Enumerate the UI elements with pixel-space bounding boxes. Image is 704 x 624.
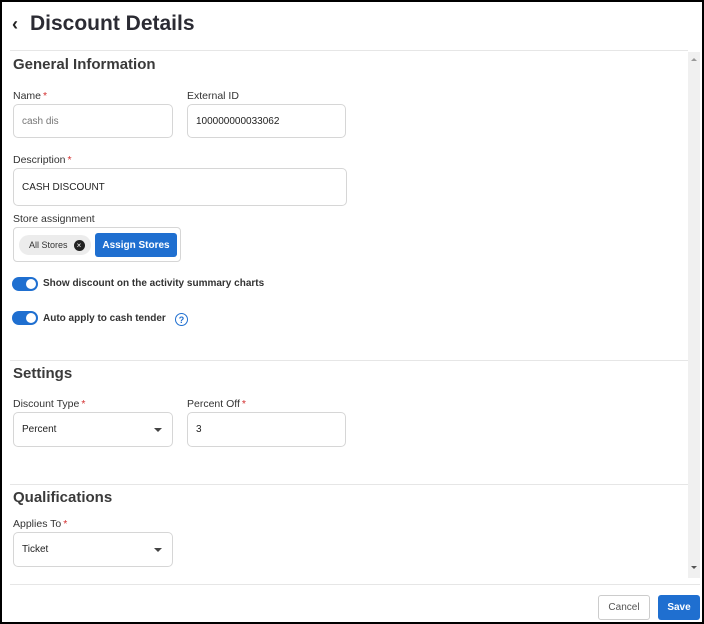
description-label: Description * bbox=[13, 154, 72, 166]
selected-value: Percent bbox=[22, 424, 57, 435]
applies-to-label: Applies To * bbox=[13, 518, 68, 530]
divider bbox=[10, 484, 688, 485]
divider bbox=[10, 50, 688, 51]
page-title: Discount Details bbox=[30, 12, 195, 35]
remove-chip-icon[interactable]: × bbox=[73, 239, 85, 251]
external-id-label: External ID bbox=[187, 90, 239, 102]
external-id-input[interactable]: 100000000033062 bbox=[187, 104, 346, 138]
store-assignment-label: Store assignment bbox=[13, 213, 95, 225]
chip-label: All Stores bbox=[29, 240, 68, 250]
auto-apply-label: Auto apply to cash tender bbox=[43, 313, 166, 324]
percent-off-input[interactable]: 3 bbox=[187, 412, 346, 447]
general-heading: General Information bbox=[13, 56, 156, 73]
percent-off-label: Percent Off * bbox=[187, 398, 247, 410]
save-button[interactable]: Save bbox=[658, 595, 700, 620]
help-icon[interactable]: ? bbox=[175, 313, 188, 326]
settings-heading: Settings bbox=[13, 365, 73, 382]
name-input[interactable] bbox=[13, 104, 173, 138]
caret-down-icon bbox=[154, 428, 162, 432]
discount-type-select[interactable]: Percent bbox=[13, 412, 173, 447]
discount-type-label: Discount Type * bbox=[13, 398, 86, 410]
auto-apply-toggle[interactable] bbox=[12, 311, 38, 325]
back-chevron-icon[interactable]: ‹ bbox=[12, 14, 18, 35]
assign-stores-button[interactable]: Assign Stores bbox=[95, 233, 177, 257]
applies-to-select[interactable]: Ticket bbox=[13, 532, 173, 567]
caret-down-icon bbox=[154, 548, 162, 552]
show-discount-label: Show discount on the activity summary ch… bbox=[43, 278, 265, 289]
name-label: Name * bbox=[13, 90, 48, 102]
scroll-up-icon[interactable] bbox=[691, 58, 697, 61]
cancel-button[interactable]: Cancel bbox=[598, 595, 650, 620]
store-assignment-box: All Stores × Assign Stores bbox=[13, 227, 181, 262]
all-stores-chip: All Stores × bbox=[19, 235, 91, 255]
qualifications-heading: Qualifications bbox=[13, 489, 113, 506]
selected-value: Ticket bbox=[22, 544, 49, 555]
description-input[interactable]: CASH DISCOUNT bbox=[13, 168, 347, 206]
discount-details-page: ‹ Discount Details General Information N… bbox=[0, 0, 704, 624]
show-discount-toggle[interactable] bbox=[12, 277, 38, 291]
scroll-down-icon[interactable] bbox=[691, 566, 697, 569]
scrollbar[interactable] bbox=[688, 52, 700, 578]
divider bbox=[10, 360, 688, 361]
divider bbox=[10, 584, 700, 585]
